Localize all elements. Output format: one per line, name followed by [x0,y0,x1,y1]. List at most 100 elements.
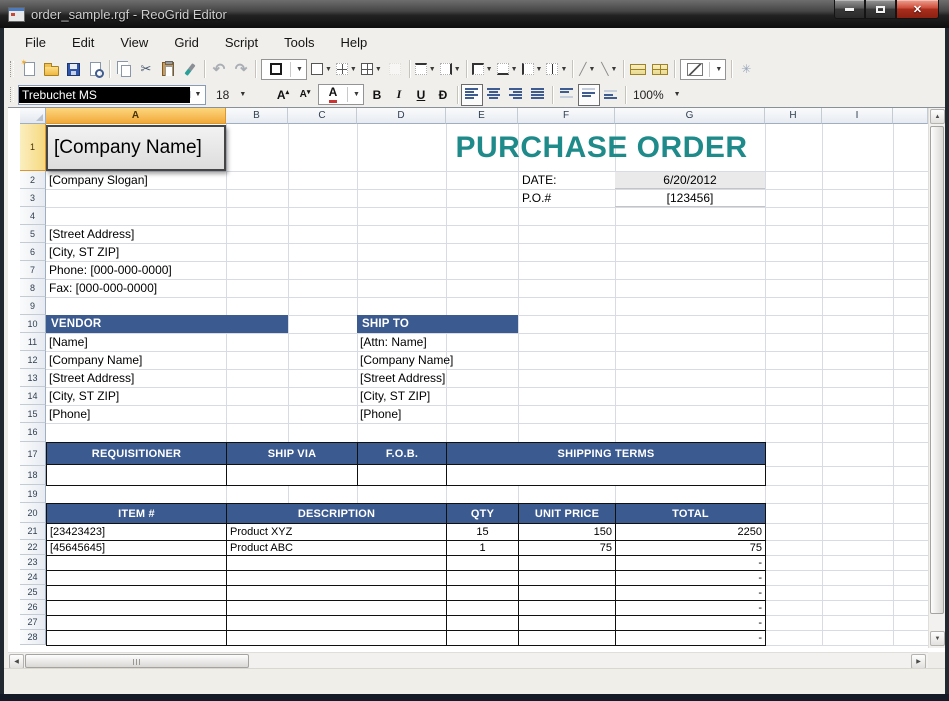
cell-vendor-line[interactable]: [City, ST ZIP] [49,387,269,405]
cell-item-desc[interactable] [226,615,447,631]
top-border-button[interactable]: ▼ [413,58,438,80]
cell-po-label[interactable]: P.O.# [522,189,612,207]
row-header-9[interactable]: 9 [20,297,46,315]
dropdown-arrow-icon[interactable]: ▼ [611,66,618,73]
row-header-12[interactable]: 12 [20,351,46,369]
row-header-23[interactable]: 23 [20,555,46,570]
menu-edit[interactable]: Edit [59,31,107,54]
cell-item-qty[interactable]: 15 [446,523,519,541]
cell-item-header[interactable]: QTY [446,503,519,524]
italic-button[interactable]: I [388,84,410,106]
cell-item-total[interactable]: 2250 [615,523,766,541]
cell-item-qty[interactable] [446,555,519,571]
cell-item-total[interactable]: - [615,585,766,601]
row-header-6[interactable]: 6 [20,243,46,261]
menu-script[interactable]: Script [212,31,271,54]
font-size-select[interactable]: 18▼ [216,85,268,105]
menu-file[interactable]: File [12,31,59,54]
column-header-C[interactable]: C [288,108,357,124]
text-wrap-button[interactable] [527,84,549,106]
all-borders-button[interactable]: ▼ [359,58,384,80]
cell-item-desc[interactable]: Product ABC [226,540,447,556]
cell-item-unit-price[interactable] [518,585,616,601]
row-header-25[interactable]: 25 [20,585,46,600]
column-header-F[interactable]: F [518,108,615,124]
cell-item-unit-price[interactable] [518,615,616,631]
valign-bottom-button[interactable] [600,84,622,106]
align-right-button[interactable] [505,84,527,106]
cell-item-header[interactable]: DESCRIPTION [226,503,447,524]
format-painter-button[interactable] [179,58,201,80]
row-header-17[interactable]: 17 [20,442,46,466]
maximize-button[interactable] [865,0,896,19]
unmerge-cells-button[interactable] [649,58,671,80]
bottom-border-button[interactable]: ▼ [495,58,520,80]
row-header-2[interactable]: 2 [20,171,46,189]
left-top-border-button[interactable]: ▼ [470,58,495,80]
horizontal-scroll-thumb[interactable] [25,654,249,668]
cell-po-title[interactable]: PURCHASE ORDER [438,125,765,171]
cell-item-desc[interactable] [226,630,447,646]
column-header-D[interactable]: D [357,108,446,124]
cell-date-label[interactable]: DATE: [522,171,612,189]
cell-item-qty[interactable] [446,570,519,586]
column-header-partial[interactable] [893,108,928,124]
column-header-I[interactable]: I [822,108,893,124]
cell-item-unit-price[interactable] [518,600,616,616]
scroll-up-button[interactable]: ▲ [930,109,945,124]
row-header-1[interactable]: 1 [20,124,46,171]
cell-company-slogan[interactable]: [Company Slogan] [49,171,229,189]
redo-button[interactable]: ↷ [230,58,252,80]
align-center-button[interactable] [483,84,505,106]
cell-phone[interactable]: Phone: [000-000-0000] [49,261,269,279]
vertical-scroll-thumb[interactable] [930,126,944,614]
cell-item-unit-price[interactable] [518,570,616,586]
row-header-24[interactable]: 24 [20,570,46,585]
cell-req-empty[interactable] [357,464,447,486]
cell-item-desc[interactable] [226,600,447,616]
inside-borders-button[interactable]: ▼ [334,58,359,80]
row-header-10[interactable]: 10 [20,315,46,333]
cell-item-qty[interactable] [446,585,519,601]
merge-cells-button[interactable] [627,58,649,80]
cell-item-desc[interactable] [226,570,447,586]
chevron-down-icon[interactable]: ▼ [674,91,681,98]
undo-button[interactable]: ↶ [208,58,230,80]
dropdown-arrow-icon[interactable]: ▼ [325,66,332,73]
cell-item-desc[interactable] [226,585,447,601]
row-header-4[interactable]: 4 [20,207,46,225]
column-header-A[interactable]: A [46,108,226,124]
cell-vendor-line[interactable]: [Company Name] [49,351,269,369]
horizontal-scrollbar[interactable]: ◀▶ [8,652,928,669]
row-header-11[interactable]: 11 [20,333,46,351]
cell-item-header[interactable]: UNIT PRICE [518,503,616,524]
close-button[interactable]: ✕ [896,0,939,19]
save-button[interactable] [62,58,84,80]
cell-street-address[interactable]: [Street Address] [49,225,249,243]
cell-item-number[interactable]: [45645645] [46,540,227,556]
cell-req-empty[interactable] [46,464,227,486]
slash-border-button[interactable]: ╱▼ [576,58,598,80]
cell-shipto-header[interactable]: SHIP TO [357,315,518,333]
dropdown-arrow-icon[interactable]: ▼ [511,66,518,73]
menu-grid[interactable]: Grid [161,31,212,54]
cell-shipto-line[interactable]: [Phone] [360,405,580,423]
outline-border-button[interactable]: ▼ [309,58,334,80]
cell-vendor-line[interactable]: [Street Address] [49,369,269,387]
cell-po-value[interactable]: [123456] [615,190,765,207]
bold-button[interactable]: B [366,84,388,106]
cell-date-value[interactable]: 6/20/2012 [615,172,765,189]
freeze-panes-button[interactable]: ✳ [735,58,757,80]
cell-item-number[interactable] [46,615,227,631]
chevron-down-icon[interactable]: ▼ [239,91,246,98]
cell-item-number[interactable]: [23423423] [46,523,227,541]
right-border-button[interactable]: ▼ [438,58,463,80]
cell-item-qty[interactable] [446,615,519,631]
inner-vertical-border-button[interactable]: ▼ [544,58,569,80]
column-header-E[interactable]: E [446,108,518,124]
menu-view[interactable]: View [107,31,161,54]
cut-button[interactable]: ✂ [135,58,157,80]
cell-item-number[interactable] [46,555,227,571]
cell-item-unit-price[interactable] [518,630,616,646]
decrease-font-button[interactable]: A▾ [294,84,316,106]
